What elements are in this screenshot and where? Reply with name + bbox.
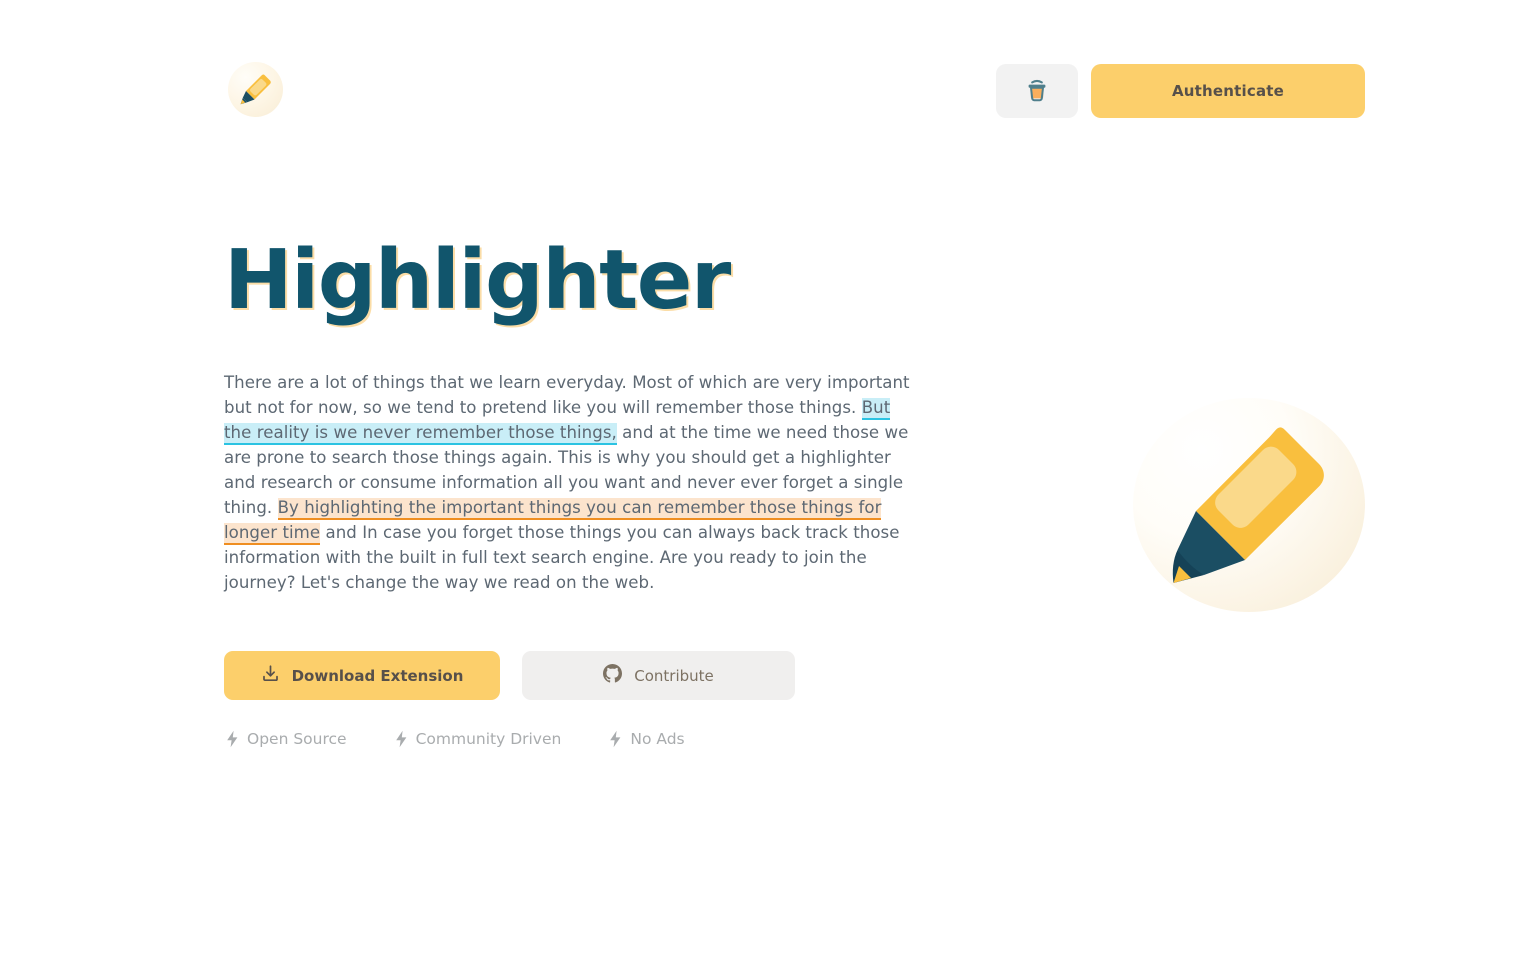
download-icon bbox=[261, 664, 280, 687]
feature-item-no-ads: No Ads bbox=[609, 730, 685, 748]
feature-label: Open Source bbox=[247, 730, 347, 748]
feature-label: No Ads bbox=[630, 730, 685, 748]
github-icon bbox=[603, 664, 623, 687]
coffee-cup-icon bbox=[1026, 78, 1048, 105]
feature-item-community-driven: Community Driven bbox=[395, 730, 562, 748]
lightning-bolt-icon bbox=[609, 730, 622, 748]
top-bar: Authenticate bbox=[0, 0, 1535, 150]
feature-list: Open Source Community Driven No Ads bbox=[226, 730, 685, 748]
download-extension-button[interactable]: Download Extension bbox=[224, 651, 500, 700]
coffee-button[interactable] bbox=[996, 64, 1078, 118]
lightning-bolt-icon bbox=[226, 730, 239, 748]
highlighter-pen-icon bbox=[228, 62, 283, 117]
feature-label: Community Driven bbox=[415, 730, 562, 748]
brand-logo[interactable] bbox=[228, 62, 283, 117]
contribute-label: Contribute bbox=[634, 666, 714, 685]
authenticate-button[interactable]: Authenticate bbox=[1091, 64, 1365, 118]
download-extension-label: Download Extension bbox=[291, 666, 464, 685]
page-title: Highlighter bbox=[224, 233, 731, 328]
hero-description: There are a lot of things that we learn … bbox=[224, 370, 914, 595]
hero-text-part-3: and In case you forget those things you … bbox=[224, 523, 900, 592]
feature-item-open-source: Open Source bbox=[226, 730, 347, 748]
cta-row: Download Extension Contribute bbox=[224, 651, 795, 700]
hero-section: Highlighter There are a lot of things th… bbox=[224, 240, 924, 595]
hero-illustration bbox=[1133, 398, 1365, 612]
contribute-button[interactable]: Contribute bbox=[522, 651, 795, 700]
topbar-actions: Authenticate bbox=[996, 64, 1365, 118]
hero-text-part-1: There are a lot of things that we learn … bbox=[224, 373, 910, 417]
lightning-bolt-icon bbox=[395, 730, 408, 748]
